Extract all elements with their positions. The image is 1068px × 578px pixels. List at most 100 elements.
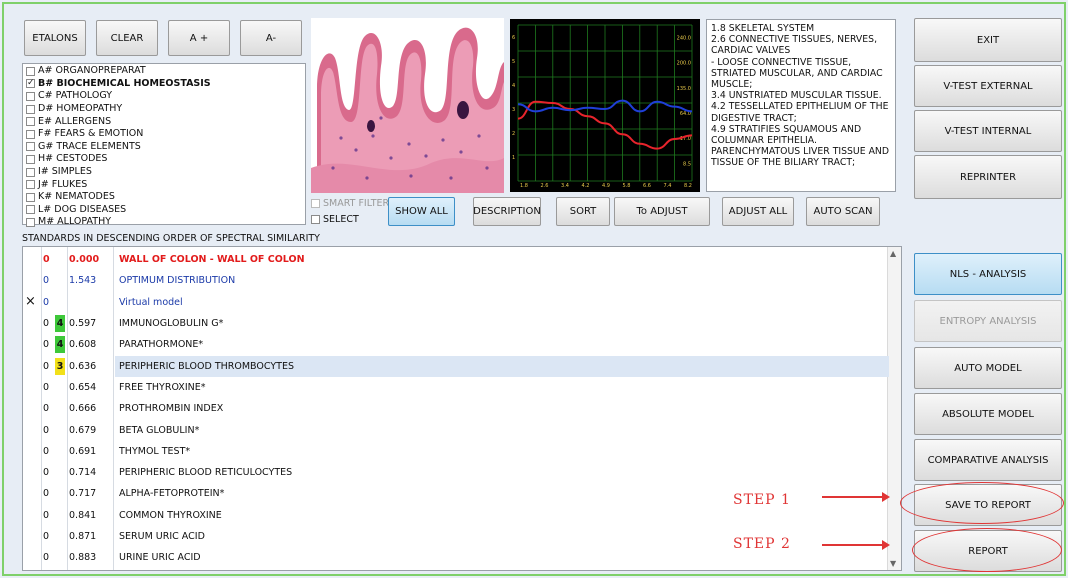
select-box xyxy=(311,215,320,224)
similarity-value: 0.714 xyxy=(69,467,97,479)
step1-arrow-icon xyxy=(822,492,890,502)
category-checkbox[interactable] xyxy=(26,180,35,190)
row-count: 0 xyxy=(43,552,50,564)
category-item[interactable]: K# NEMATODES xyxy=(26,191,305,204)
category-item[interactable]: G# TRACE ELEMENTS xyxy=(26,141,305,154)
chart-x-tick: 5.8 xyxy=(623,183,631,189)
category-checkbox[interactable] xyxy=(26,91,35,101)
chart-x-tick: 4.2 xyxy=(582,183,590,189)
category-label: C# PATHOLOGY xyxy=(38,90,113,102)
smart-filter-checkbox[interactable]: SMART FILTER xyxy=(311,198,389,209)
category-checkbox[interactable] xyxy=(26,217,35,227)
reprinter-button[interactable]: REPRINTER xyxy=(914,155,1062,199)
table-row[interactable]: 0 0.679 BETA GLOBULIN* xyxy=(23,419,887,440)
category-list[interactable]: A# ORGANOPREPARATB# BIOCHEMICAL HOMEOSTA… xyxy=(22,63,306,227)
category-checkbox[interactable] xyxy=(26,205,35,215)
table-scrollbar[interactable]: ▲ ▼ xyxy=(887,247,901,570)
row-count: 0 xyxy=(43,488,50,500)
category-checkbox[interactable] xyxy=(26,192,35,202)
step2-annotation: STEP 2 xyxy=(733,536,791,552)
chart-x-tick: 7.4 xyxy=(664,183,672,189)
category-item[interactable]: F# FEARS & EMOTION xyxy=(26,128,305,141)
table-row[interactable]: 0 1.543 OPTIMUM DISTRIBUTION xyxy=(23,270,887,291)
category-item[interactable]: A# ORGANOPREPARAT xyxy=(26,65,305,78)
category-label: D# HOMEOPATHY xyxy=(38,103,123,115)
sort-button[interactable]: SORT xyxy=(556,197,610,226)
clear-button[interactable]: CLEAR xyxy=(96,20,158,56)
table-row[interactable]: 0 0.691 THYMOL TEST* xyxy=(23,441,887,462)
similarity-value: 0.666 xyxy=(69,403,97,415)
table-row[interactable]: 0 0.714 PERIPHERIC BLOOD RETICULOCYTES xyxy=(23,462,887,483)
font-decrease-button[interactable]: A- xyxy=(240,20,302,56)
category-label: H# CESTODES xyxy=(38,153,108,165)
description-button[interactable]: DESCRIPTION xyxy=(473,197,541,226)
standard-name: BETA GLOBULIN* xyxy=(119,424,200,436)
category-checkbox[interactable] xyxy=(26,104,35,114)
row-count: 0 xyxy=(43,509,50,521)
close-icon[interactable]: × xyxy=(25,294,36,309)
select-checkbox[interactable]: SELECT xyxy=(311,214,359,225)
standard-name: WALL OF COLON - WALL OF COLON xyxy=(119,254,305,266)
category-item[interactable]: D# HOMEOPATHY xyxy=(26,103,305,116)
comparative-analysis-button[interactable]: COMPARATIVE ANALYSIS xyxy=(914,439,1062,481)
standard-name: PERIPHERIC BLOOD THROMBOCYTES xyxy=(115,355,889,377)
category-item[interactable]: E# ALLERGENS xyxy=(26,115,305,128)
table-row[interactable]: 00.884LUTEINIZING HORMONE* xyxy=(23,569,887,571)
similarity-value: 0.717 xyxy=(69,488,97,500)
category-checkbox[interactable] xyxy=(26,129,35,139)
category-item[interactable]: C# PATHOLOGY xyxy=(26,90,305,103)
similarity-value: 0.654 xyxy=(69,381,97,393)
table-row[interactable]: 0 0.654 FREE THYROXINE* xyxy=(23,377,887,398)
table-row[interactable]: 0 0.000 WALL OF COLON - WALL OF COLON xyxy=(23,249,887,270)
exit-button[interactable]: EXIT xyxy=(914,18,1062,62)
etalons-button[interactable]: ETALONS xyxy=(24,20,86,56)
chart-right-tick: 8.5 xyxy=(683,161,691,167)
nls-analysis-button[interactable]: NLS - ANALYSIS xyxy=(914,253,1062,295)
row-count: 0 xyxy=(43,381,50,393)
standards-table[interactable]: ▲ ▼ 0 0.000 WALL OF COLON - WALL OF COLON 0… xyxy=(22,246,902,571)
absolute-model-button[interactable]: ABSOLUTE MODEL xyxy=(914,393,1062,435)
table-row[interactable]: 0 4 0.597 IMMUNOGLOBULIN G* xyxy=(23,313,887,334)
chart-x-tick: 3.4 xyxy=(561,183,569,189)
scroll-down-icon[interactable]: ▼ xyxy=(890,559,896,568)
chart-x-tick: 4.9 xyxy=(602,183,610,189)
auto-scan-button[interactable]: AUTO SCAN xyxy=(806,197,880,226)
category-checkbox[interactable] xyxy=(26,142,35,152)
category-item[interactable]: J# FLUKES xyxy=(26,178,305,191)
chart-x-tick: 6.6 xyxy=(643,183,651,189)
category-label: E# ALLERGENS xyxy=(38,115,112,127)
standard-name: OPTIMUM DISTRIBUTION xyxy=(119,275,236,287)
vtest-internal-button[interactable]: V-TEST INTERNAL xyxy=(914,110,1062,152)
category-checkbox[interactable] xyxy=(26,167,35,177)
chart-right-tick: 135.0 xyxy=(677,86,691,92)
adjust-all-button[interactable]: ADJUST ALL xyxy=(722,197,794,226)
auto-model-button[interactable]: AUTO MODEL xyxy=(914,347,1062,389)
category-item[interactable]: M# ALLOPATHY xyxy=(26,216,305,229)
category-item[interactable]: L# DOG DISEASES xyxy=(26,204,305,217)
category-checkbox[interactable] xyxy=(26,66,35,76)
table-row[interactable]: 0 4 0.608 PARATHORMONE* xyxy=(23,334,887,355)
category-item[interactable]: I# SIMPLES xyxy=(26,166,305,179)
similarity-value: 0.636 xyxy=(69,360,97,372)
category-item[interactable]: B# BIOCHEMICAL HOMEOSTASIS xyxy=(26,77,305,91)
show-all-button[interactable]: SHOW ALL xyxy=(388,197,455,226)
category-checkbox[interactable] xyxy=(26,77,35,89)
font-increase-button[interactable]: A + xyxy=(168,20,230,56)
vtest-external-button[interactable]: V-TEST EXTERNAL xyxy=(914,65,1062,107)
to-adjust-button[interactable]: To ADJUST xyxy=(614,197,710,226)
category-item[interactable]: H# CESTODES xyxy=(26,153,305,166)
category-checkbox[interactable] xyxy=(26,117,35,127)
similarity-value: 1.543 xyxy=(69,275,97,287)
scroll-up-icon[interactable]: ▲ xyxy=(890,249,896,258)
level-badge: 4 xyxy=(55,314,65,332)
category-checkbox[interactable] xyxy=(26,154,35,164)
similarity-value: 0.679 xyxy=(69,424,97,436)
table-row[interactable]: 0 0.666 PROTHROMBIN INDEX xyxy=(23,398,887,419)
entropy-analysis-button[interactable]: ENTROPY ANALYSIS xyxy=(914,300,1062,342)
chart-left-tick: 5 xyxy=(512,59,515,65)
step1-annotation: STEP 1 xyxy=(733,492,791,508)
table-row[interactable]: × 0 Virtual model xyxy=(23,292,887,313)
select-label: SELECT xyxy=(323,214,359,225)
row-count: 0 xyxy=(43,467,50,479)
table-row[interactable]: 0 3 0.636 PERIPHERIC BLOOD THROMBOCYTES xyxy=(23,355,889,377)
